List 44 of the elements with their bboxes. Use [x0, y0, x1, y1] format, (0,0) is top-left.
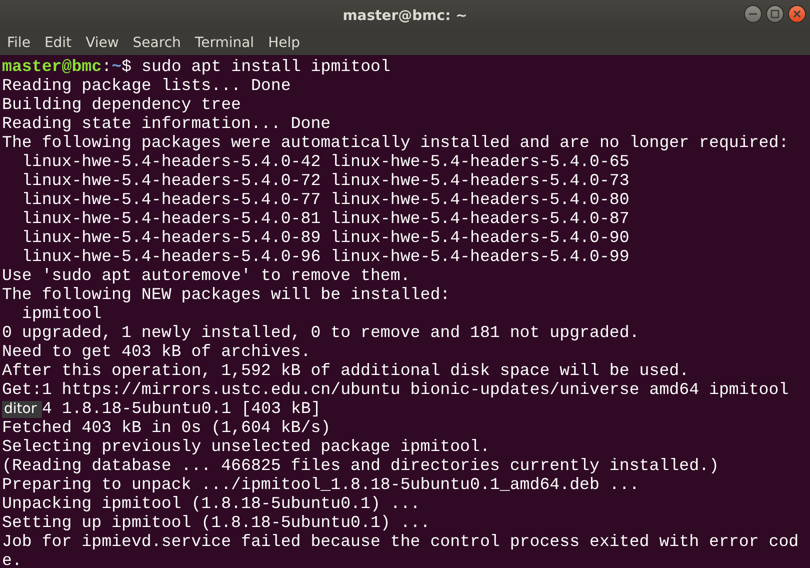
close-button[interactable] [788, 5, 806, 23]
maximize-icon [770, 9, 780, 19]
output-line: linux-hwe-5.4-headers-5.4.0-89 linux-hwe-5.4-headers-5.4.0-90 [20, 228, 630, 247]
output-line: 4 1.8.18-5ubuntu0.1 [403 kB] [42, 399, 321, 418]
minimize-button[interactable] [744, 5, 762, 23]
close-icon [792, 9, 802, 19]
output-line: The following NEW packages will be installed: [2, 285, 452, 304]
output-line: e. [2, 551, 23, 568]
menu-item[interactable]: Search [126, 35, 188, 51]
output-line: linux-hwe-5.4-headers-5.4.0-77 linux-hwe-5.4-headers-5.4.0-80 [20, 190, 630, 209]
output-line: Selecting previously unselected package ipmitool. [2, 437, 491, 456]
output-line: Unpacking ipmitool (1.8.18-5ubuntu0.1) ... [2, 494, 422, 513]
window-title: master@bmc: ~ [342, 8, 468, 24]
output-line: linux-hwe-5.4-headers-5.4.0-72 linux-hwe-5.4-headers-5.4.0-73 [20, 171, 630, 190]
output-line: Use 'sudo apt autoremove' to remove them. [2, 266, 412, 285]
menu-item[interactable]: View [78, 35, 126, 51]
output-line: Building dependency tree [2, 95, 242, 114]
menu-item[interactable]: File [0, 35, 38, 51]
output-line: After this operation, 1,592 kB of additional disk space will be used. [2, 361, 690, 380]
output-line: Need to get 403 kB of archives. [2, 342, 312, 361]
output-line: Setting up ipmitool (1.8.18-5ubuntu0.1) ... [2, 513, 432, 532]
command-text: sudo apt install ipmitool [142, 57, 390, 76]
output-line: Fetched 403 kB in 0s (1,604 kB/s) [2, 418, 332, 437]
output-line: The following packages were automatically installed and are no longer required: [2, 133, 790, 152]
output-line: Get:1 https://mirrors.ustc.edu.cn/ubuntu bionic-updates/universe amd64 ipmitool [2, 380, 790, 399]
output-line: linux-hwe-5.4-headers-5.4.0-96 linux-hwe-5.4-headers-5.4.0-99 [20, 247, 630, 266]
tooltip: ditor [2, 401, 42, 418]
output-line: (Reading database ... 466825 files and directories currently installed.) [2, 456, 720, 475]
output-line: Preparing to unpack .../ipmitool_1.8.18-5ubuntu0.1_amd64.deb ... [2, 475, 640, 494]
menu-item[interactable]: Edit [37, 35, 79, 51]
output-line: linux-hwe-5.4-headers-5.4.0-81 linux-hwe-5.4-headers-5.4.0-87 [20, 209, 630, 228]
output-line: Reading package lists... Done [2, 76, 292, 95]
prompt-path: ~ [112, 57, 122, 76]
output-line: ipmitool [20, 304, 103, 323]
output-line: 0 upgraded, 1 newly installed, 0 to remove and 181 not upgraded. [2, 323, 640, 342]
output-line: Reading state information... Done [2, 114, 332, 133]
output-line: Job for ipmievd.service failed because the control process exited with error cod [2, 532, 800, 551]
prompt-symbol: $ [122, 57, 132, 76]
maximize-button[interactable] [766, 5, 784, 23]
menu-item[interactable]: Terminal [188, 35, 262, 51]
prompt-separator: : [102, 57, 112, 76]
prompt-user-host: master@bmc [2, 57, 102, 76]
output-line: linux-hwe-5.4-headers-5.4.0-42 linux-hwe-5.4-headers-5.4.0-65 [20, 152, 630, 171]
menu-item[interactable]: Help [261, 35, 307, 51]
